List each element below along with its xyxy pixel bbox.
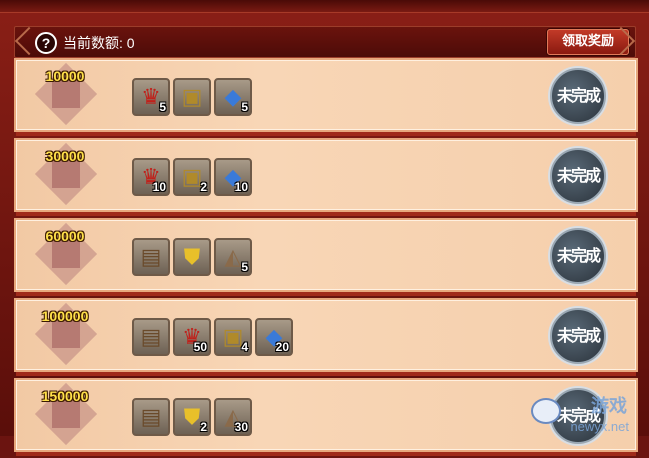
scroll-book-icon: ▤	[140, 404, 162, 429]
panel-top-border	[0, 0, 649, 13]
scroll-book-icon: ▤	[140, 324, 162, 349]
tier-amount: 60000	[45, 228, 85, 244]
tier-amount: 30000	[45, 148, 85, 164]
status-seal-text: 未完成	[556, 166, 601, 185]
reward-item-slot[interactable]: ◆ 10	[214, 158, 252, 196]
reward-item-slot[interactable]: ▤	[132, 318, 170, 356]
site-watermark: 游戏 newyx.net	[525, 390, 645, 434]
reward-item-slot[interactable]: ▤	[132, 398, 170, 436]
item-quantity: 30	[234, 420, 248, 434]
reward-item-list: ▤ ⛊ ◭ 5	[132, 238, 252, 276]
status-seal-text: 未完成	[556, 326, 601, 345]
item-quantity: 5	[159, 100, 166, 114]
tier-amount: 150000	[41, 388, 89, 404]
incomplete-status-seal: 未完成	[550, 228, 606, 284]
reward-item-slot[interactable]: ◆ 5	[214, 78, 252, 116]
reward-tier-row: 10000 ♛ 5 ▣ ◆ 5 未完成	[14, 58, 638, 136]
item-quantity: 10	[152, 180, 166, 194]
reward-item-slot[interactable]: ♛ 50	[173, 318, 211, 356]
item-quantity: 20	[275, 340, 289, 354]
question-circle-icon[interactable]: ?	[35, 32, 57, 54]
reward-item-slot[interactable]: ♛ 5	[132, 78, 170, 116]
item-quantity: 5	[241, 260, 248, 274]
reward-item-slot[interactable]: ◭ 5	[214, 238, 252, 276]
item-quantity: 4	[241, 340, 248, 354]
reward-item-slot[interactable]: ⛊ 2	[173, 398, 211, 436]
treasure-chest-icon: ▣	[181, 84, 203, 109]
mascot-logo-icon	[531, 398, 561, 424]
item-quantity: 50	[193, 340, 207, 354]
reward-item-list: ♛ 5 ▣ ◆ 5	[132, 78, 252, 116]
reward-tier-row: 60000 ▤ ⛊ ◭ 5 未完成	[14, 218, 638, 296]
reward-item-slot[interactable]: ▣	[173, 78, 211, 116]
item-quantity: 2	[200, 180, 207, 194]
item-quantity: 5	[241, 100, 248, 114]
reward-item-slot[interactable]: ◆ 20	[255, 318, 293, 356]
reward-item-list: ▤ ⛊ 2 ◭ 30	[132, 398, 252, 436]
reward-item-slot[interactable]: ⛊	[173, 238, 211, 276]
reward-tier-row: 30000 ♛ 10 ▣ 2 ◆ 10 未完成	[14, 138, 638, 216]
item-quantity: 10	[234, 180, 248, 194]
scroll-book-icon: ▤	[140, 244, 162, 269]
tier-amount: 10000	[45, 68, 85, 84]
incomplete-status-seal: 未完成	[550, 148, 606, 204]
current-amount-label: 当前数额: 0	[63, 35, 135, 51]
reward-item-list: ♛ 10 ▣ 2 ◆ 10	[132, 158, 252, 196]
reward-item-list: ▤ ♛ 50 ▣ 4 ◆ 20	[132, 318, 293, 356]
status-seal-text: 未完成	[556, 86, 601, 105]
incomplete-status-seal: 未完成	[550, 68, 606, 124]
tier-amount: 100000	[41, 308, 89, 324]
incomplete-status-seal: 未完成	[550, 308, 606, 364]
header-bar: ? 当前数额: 0 领取奖励	[14, 26, 636, 58]
reward-tier-row: 100000 ▤ ♛ 50 ▣ 4 ◆ 20 未完成	[14, 298, 638, 376]
watermark-url: newyx.net	[570, 419, 629, 434]
reward-item-slot[interactable]: ◭ 30	[214, 398, 252, 436]
reward-item-slot[interactable]: ▣ 2	[173, 158, 211, 196]
status-seal-text: 未完成	[556, 246, 601, 265]
reward-item-slot[interactable]: ▣ 4	[214, 318, 252, 356]
item-quantity: 2	[200, 420, 207, 434]
reward-item-slot[interactable]: ▤	[132, 238, 170, 276]
watermark-text: 游戏	[591, 396, 627, 416]
reward-item-slot[interactable]: ♛ 10	[132, 158, 170, 196]
shield-icon: ⛊	[183, 244, 201, 269]
